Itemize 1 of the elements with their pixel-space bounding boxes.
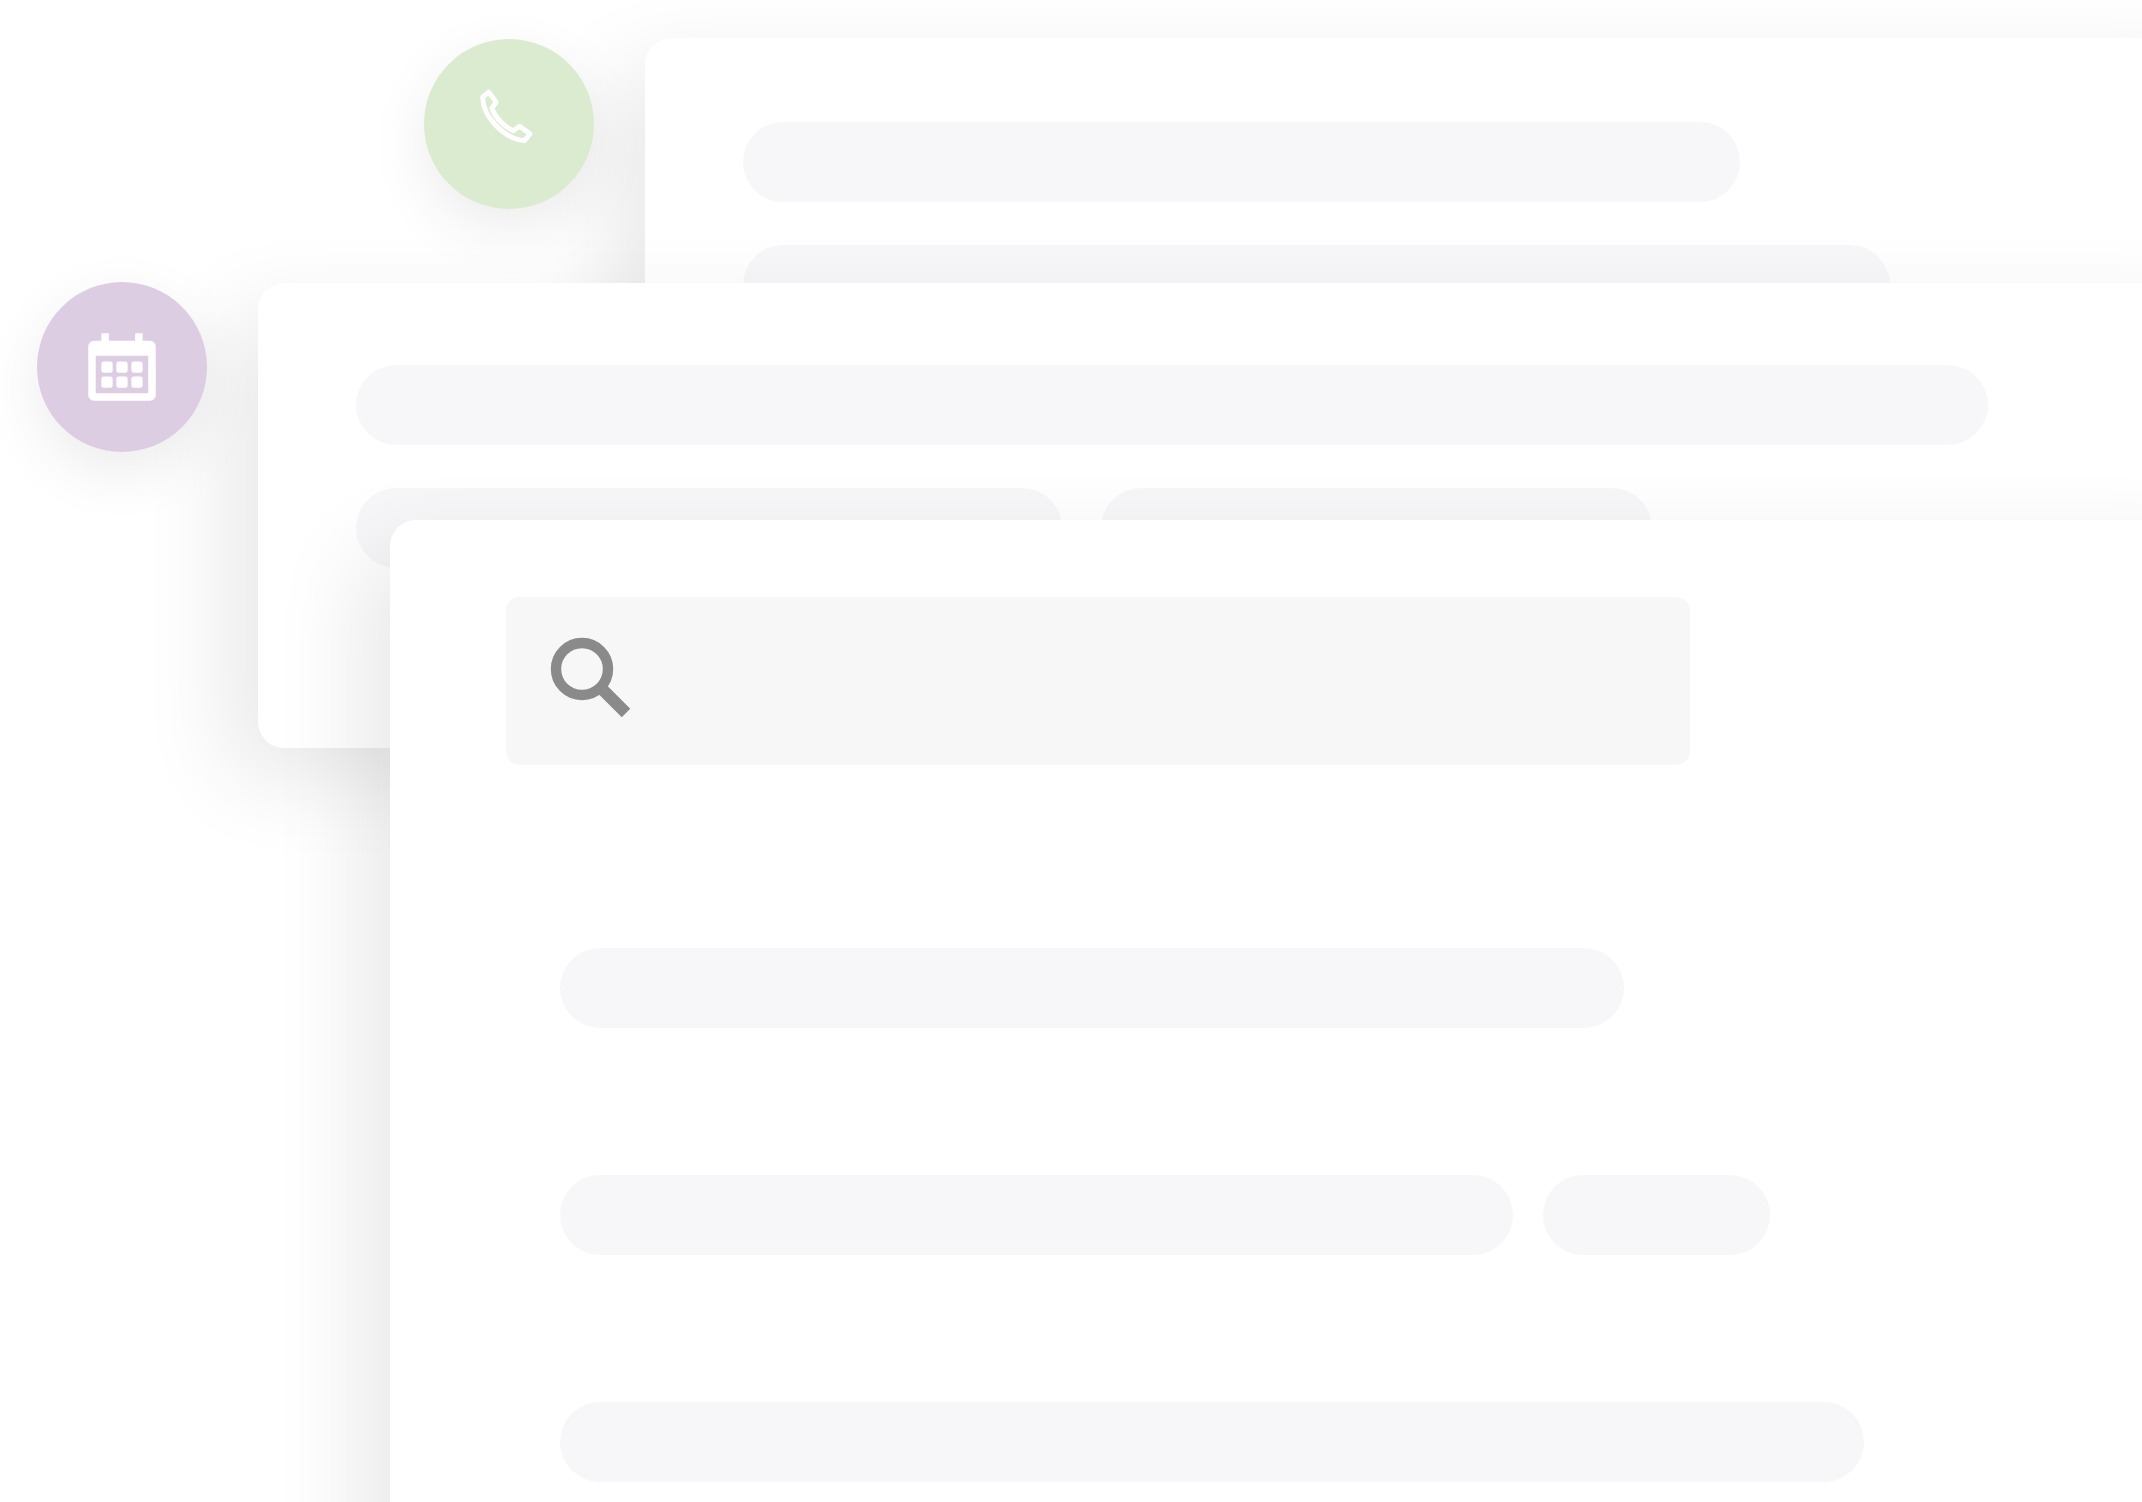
search-field[interactable] (506, 597, 1690, 765)
